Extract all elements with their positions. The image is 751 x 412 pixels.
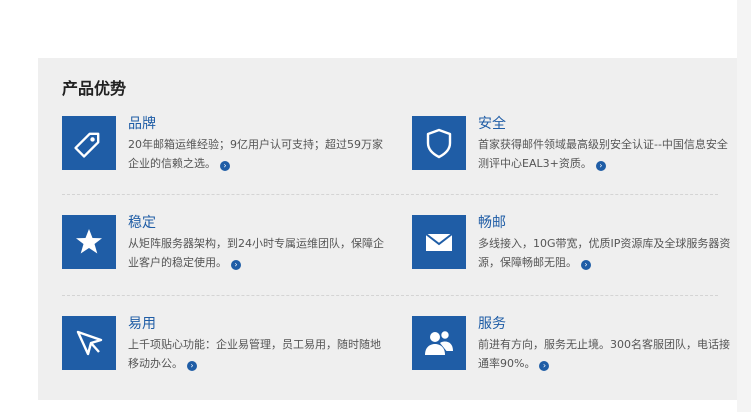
feature-smooth-mail: 畅邮 多线接入，10G带宽，优质IP资源库及全球服务器资源，保障畅邮无阻。 › — [412, 215, 732, 275]
feature-title: 稳定 — [128, 215, 156, 231]
feature-desc: 20年邮箱运维经验；9亿用户认可支持；超过59万家企业的信赖之选。 › — [128, 138, 383, 171]
feature-title: 易用 — [128, 316, 156, 332]
product-advantages-panel: 产品优势 品牌 20年邮箱运维经验；9亿用户认可支持；超过59万家企业的信赖之选… — [38, 58, 737, 400]
star-icon — [62, 215, 116, 269]
section-title: 产品优势 — [62, 79, 127, 98]
feature-desc: 前进有方向，服务无止境。300名客服团队，电话接通率90%。 › — [478, 338, 730, 371]
feature-security: 安全 首家获得邮件领域最高级别安全认证--中国信息安全测评中心EAL3+资质。 › — [412, 116, 732, 176]
feature-title: 服务 — [478, 316, 506, 332]
feature-title: 畅邮 — [478, 215, 506, 231]
more-arrow-icon[interactable]: › — [595, 161, 606, 171]
more-arrow-icon[interactable]: › — [220, 161, 230, 171]
shield-icon — [412, 116, 466, 170]
tag-icon — [62, 116, 116, 170]
feature-service: 服务 前进有方向，服务无止境。300名客服团队，电话接通率90%。 › — [412, 316, 732, 376]
feature-desc: 上千项贴心功能：企业易管理，员工易用，随时随地移动办公。 › — [128, 338, 381, 371]
team-icon — [412, 316, 466, 370]
feature-title: 安全 — [478, 116, 506, 132]
feature-brand: 品牌 20年邮箱运维经验；9亿用户认可支持；超过59万家企业的信赖之选。 › — [62, 116, 383, 176]
feature-title: 品牌 — [128, 116, 156, 132]
row-divider — [62, 194, 718, 195]
more-arrow-icon[interactable]: › — [231, 260, 241, 270]
feature-stable: 稳定 从矩阵服务器架构，到24小时专属运维团队，保障企业客户的稳定使用。 › — [62, 215, 384, 275]
more-arrow-icon[interactable]: › — [539, 361, 550, 371]
feature-desc: 首家获得邮件领域最高级别安全认证--中国信息安全测评中心EAL3+资质。 › — [478, 138, 728, 171]
more-arrow-icon[interactable]: › — [581, 260, 591, 270]
more-arrow-icon[interactable]: › — [187, 361, 197, 371]
envelope-icon — [412, 215, 466, 269]
row-divider — [62, 295, 718, 296]
cursor-icon — [62, 316, 116, 370]
right-edge-strip — [737, 0, 751, 412]
feature-desc: 多线接入，10G带宽，优质IP资源库及全球服务器资源，保障畅邮无阻。 › — [478, 237, 731, 270]
feature-desc: 从矩阵服务器架构，到24小时专属运维团队，保障企业客户的稳定使用。 › — [128, 237, 384, 270]
feature-easy-use: 易用 上千项贴心功能：企业易管理，员工易用，随时随地移动办公。 › — [62, 316, 382, 376]
